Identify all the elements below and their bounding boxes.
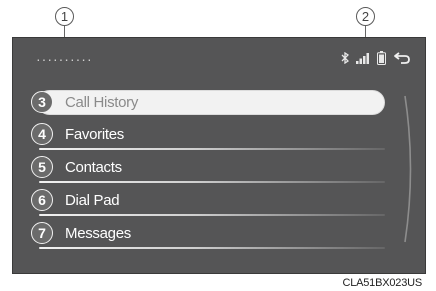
device-name-placeholder: ·········· [36, 51, 93, 67]
figure-code: CLA51BX023US [342, 277, 422, 289]
menu-item-call-history[interactable]: 3 Call History [31, 90, 385, 115]
status-bar [341, 50, 411, 70]
callout-2: 2 [356, 7, 375, 26]
bluetooth-icon [341, 51, 350, 69]
scroll-indicator[interactable] [403, 94, 417, 244]
battery-icon [377, 50, 386, 70]
phone-menu-screen: ·········· 3 Call History 4 Favorites 5 … [12, 37, 426, 274]
back-icon[interactable] [393, 51, 411, 70]
callout-1: 1 [55, 7, 74, 26]
menu-item-dial-pad[interactable]: 6 Dial Pad [31, 188, 385, 216]
menu-item-label: Call History [65, 94, 139, 111]
callout-5: 5 [31, 156, 53, 178]
callout-3: 3 [31, 91, 53, 113]
menu-item-contacts[interactable]: 5 Contacts [31, 155, 385, 183]
menu-item-label: Contacts [65, 159, 122, 176]
menu-item-favorites[interactable]: 4 Favorites [31, 122, 385, 150]
callout-7: 7 [31, 222, 53, 244]
menu-item-label: Favorites [65, 126, 124, 143]
callout-6: 6 [31, 189, 53, 211]
menu-item-label: Dial Pad [65, 192, 120, 209]
menu-item-messages[interactable]: 7 Messages [31, 221, 385, 249]
signal-strength-icon [356, 51, 370, 69]
menu-item-label: Messages [65, 225, 131, 242]
callout-4: 4 [31, 123, 53, 145]
